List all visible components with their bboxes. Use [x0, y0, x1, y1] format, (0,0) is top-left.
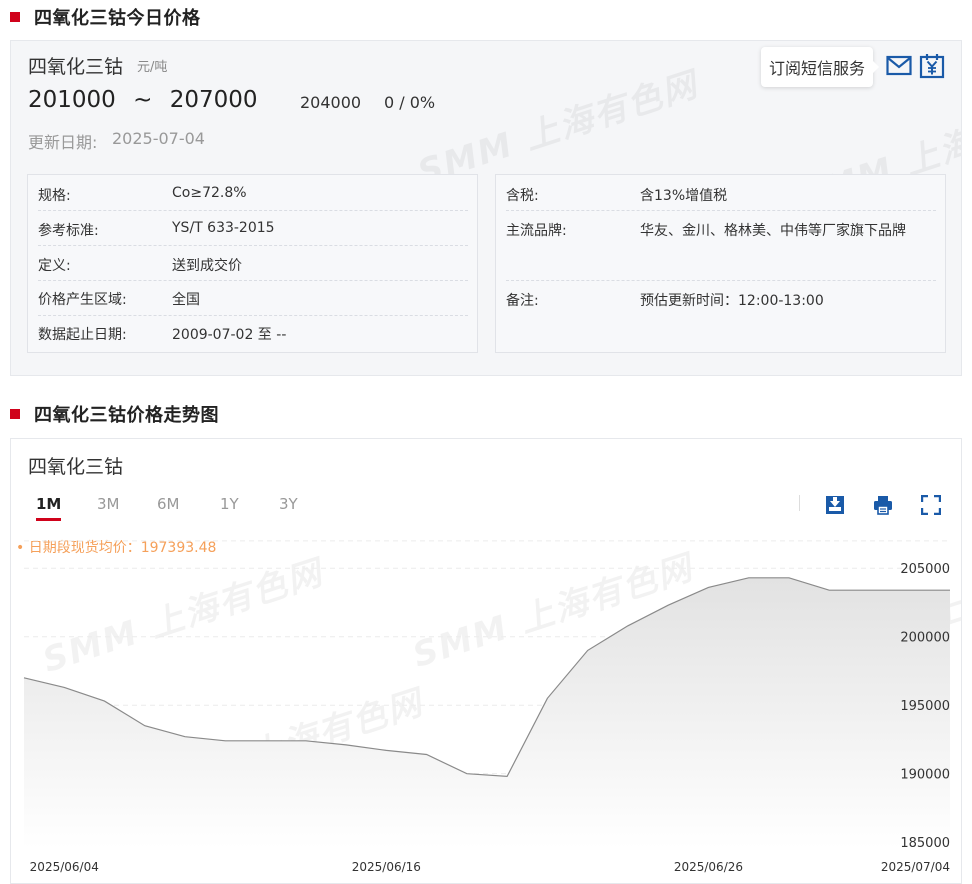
- price-tilde: ~: [133, 87, 153, 113]
- price-panel: SMM 上海有色网 SMM 上海有色网 四氧化三钴 元/吨 201000 ~ 2…: [10, 40, 962, 376]
- info-value: 预估更新时间：12:00-13:00: [640, 293, 824, 309]
- subscribe-sms-tooltip[interactable]: 订阅短信服务: [761, 47, 879, 87]
- update-date: 2025-07-04: [112, 129, 205, 148]
- price-area: [24, 577, 950, 849]
- info-value: 华友、金川、格林美、中伟等厂家旗下品牌: [640, 223, 906, 239]
- y-tick-label: 185000: [900, 836, 950, 851]
- info-key: 主流品牌:: [506, 223, 567, 239]
- product-name: 四氧化三钴: [28, 56, 124, 78]
- row-divider: [38, 245, 468, 246]
- y-tick-label: 205000: [900, 562, 950, 577]
- row-divider: [38, 210, 468, 211]
- row-divider: [506, 280, 936, 281]
- info-key: 定义:: [38, 258, 71, 274]
- average-price: 204000: [300, 93, 362, 112]
- row-divider: [506, 210, 936, 211]
- info-key: 含税:: [506, 188, 539, 204]
- price-low: 201000: [28, 87, 116, 113]
- info-key: 价格产生区域:: [38, 292, 127, 308]
- y-tick-label: 190000: [900, 768, 950, 783]
- yen-calendar-icon[interactable]: [918, 52, 946, 80]
- row-divider: [38, 315, 468, 316]
- price-change: 0 / 0%: [384, 93, 436, 112]
- y-tick-label: 200000: [900, 631, 950, 646]
- price-trend-chart: 205000 200000 195000 190000 185000 2025/06/0…: [23, 540, 950, 874]
- info-value: 含13%增值税: [640, 188, 728, 204]
- x-tick-label: 2025/06/26: [674, 860, 743, 874]
- info-key: 参考标准:: [38, 223, 99, 239]
- section-title-today-price: 四氧化三钴今日价格: [10, 6, 201, 29]
- section-title-text: 四氧化三钴价格走势图: [34, 405, 219, 426]
- spec-info-box-left: 规格: Co≥72.8% 参考标准: YS/T 633-2015 定义: 送到成…: [27, 174, 478, 353]
- y-tick-label: 195000: [900, 699, 950, 714]
- section-title-trend: 四氧化三钴价格走势图: [10, 403, 219, 426]
- info-key: 规格:: [38, 188, 71, 204]
- info-value: YS/T 633-2015: [172, 220, 275, 236]
- x-tick-label: 2025/06/04: [30, 860, 99, 874]
- info-key: 数据起止日期:: [38, 327, 127, 343]
- spec-info-box-right: 含税: 含13%增值税 主流品牌: 华友、金川、格林美、中伟等厂家旗下品牌 备注…: [495, 174, 946, 353]
- section-marker: [10, 409, 20, 419]
- info-value: 送到成交价: [172, 258, 242, 274]
- section-title-text: 四氧化三钴今日价格: [34, 8, 201, 29]
- price-trend-chart-panel: 四氧化三钴 1M 3M 6M 1Y 3Y • 日期段现货均价：197393.48…: [10, 438, 962, 884]
- info-key: 备注:: [506, 293, 539, 309]
- x-tick-label: 2025/06/16: [352, 860, 421, 874]
- product-unit: 元/吨: [137, 60, 168, 75]
- price-high: 207000: [169, 87, 258, 113]
- info-value: 2009-07-02 至 --: [172, 327, 287, 343]
- update-date-label: 更新日期:: [28, 133, 98, 152]
- section-marker: [10, 12, 20, 22]
- mail-icon[interactable]: [885, 52, 913, 80]
- price-range: 201000 ~ 207000: [28, 87, 258, 113]
- x-tick-label: 2025/07/04: [881, 860, 950, 874]
- row-divider: [38, 280, 468, 281]
- info-value: Co≥72.8%: [172, 185, 247, 201]
- info-value: 全国: [172, 292, 200, 308]
